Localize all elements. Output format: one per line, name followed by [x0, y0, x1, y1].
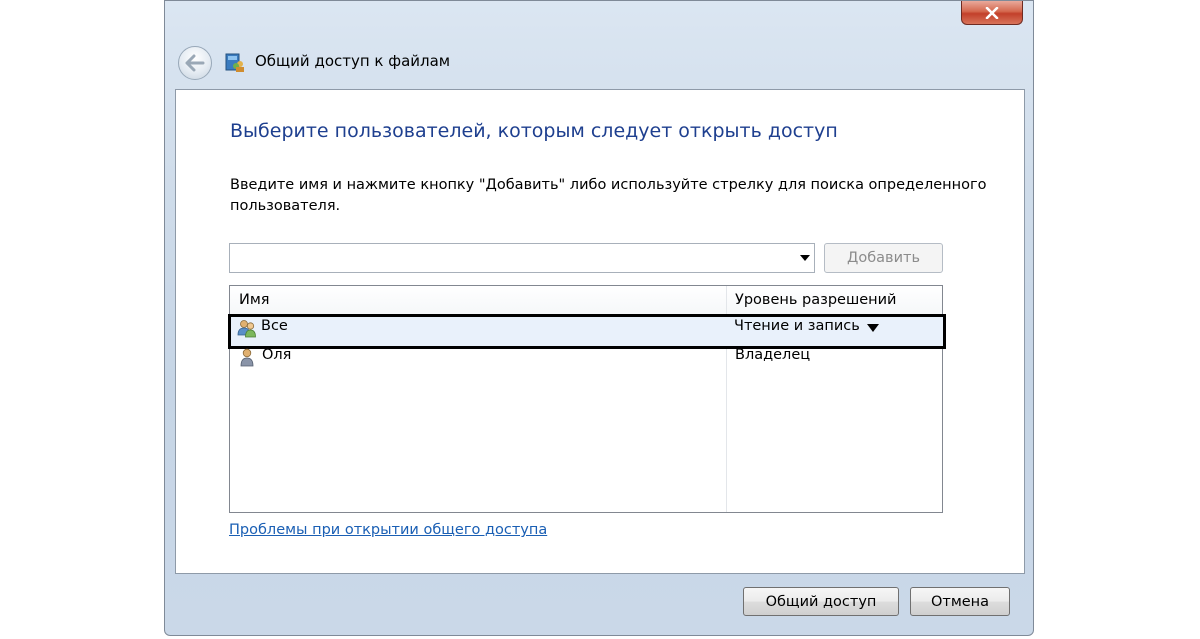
column-header-permission[interactable]: Уровень разрешений — [735, 292, 896, 308]
user-icon — [240, 348, 254, 367]
row-permission: Владелец — [735, 347, 811, 363]
users-list: Имя Уровень разрешений Все Чтение и запи… — [228, 285, 946, 513]
row-name: Все — [261, 318, 288, 334]
page-heading: Выберите пользователей, которым следует … — [230, 120, 838, 142]
row-name: Оля — [262, 347, 292, 363]
user-combobox[interactable] — [229, 243, 815, 273]
sharing-problems-link[interactable]: Проблемы при открытии общего доступа — [229, 522, 547, 538]
chevron-down-icon[interactable] — [800, 255, 810, 261]
list-header: Имя Уровень разрешений — [230, 286, 942, 317]
cancel-button[interactable]: Отмена — [910, 587, 1010, 616]
back-button[interactable] — [178, 46, 212, 80]
chevron-down-icon[interactable] — [867, 324, 879, 332]
list-row-olya[interactable]: Оля Владелец — [230, 343, 942, 369]
back-arrow-icon — [185, 54, 205, 72]
share-button[interactable]: Общий доступ — [743, 587, 899, 616]
permission-dropdown[interactable]: Чтение и запись — [734, 318, 860, 334]
content-pane: Выберите пользователей, которым следует … — [175, 89, 1025, 574]
users-group-icon — [237, 320, 256, 338]
close-button[interactable] — [961, 1, 1023, 25]
column-header-name[interactable]: Имя — [239, 292, 270, 308]
window-title: Общий доступ к файлам — [255, 52, 451, 70]
instruction-text: Введите имя и нажмите кнопку "Добавить" … — [230, 177, 987, 214]
dialog-window: Общий доступ к файлам Выберите пользоват… — [164, 0, 1034, 636]
add-button[interactable]: Добавить — [824, 243, 943, 273]
close-icon — [985, 6, 999, 19]
shared-folder-icon — [225, 53, 244, 72]
